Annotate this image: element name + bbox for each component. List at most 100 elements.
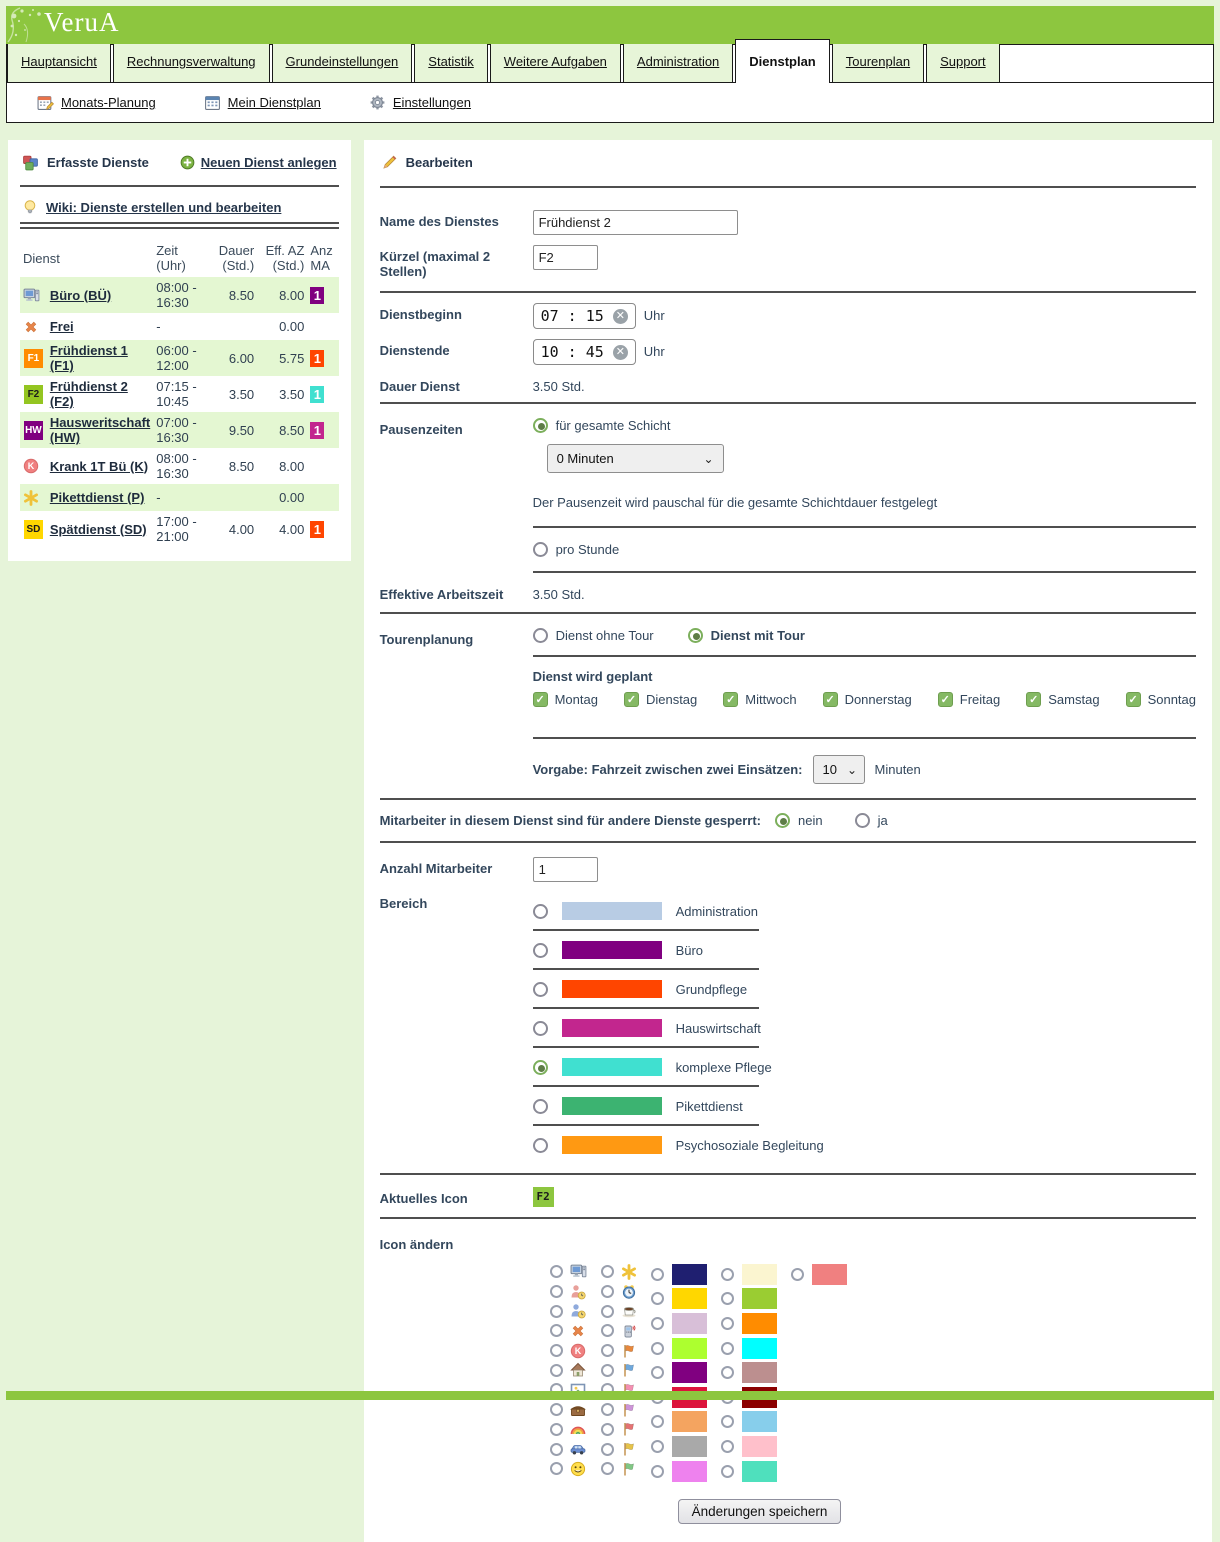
wiki-link[interactable]: Wiki: Dienste erstellen und bearbeiten [20, 195, 339, 219]
icon-option[interactable] [601, 1439, 637, 1459]
icon-option[interactable] [601, 1301, 637, 1321]
icon-radio[interactable] [550, 1285, 563, 1298]
icon-option[interactable] [550, 1321, 587, 1341]
color-radio[interactable] [651, 1366, 664, 1379]
icon-option[interactable] [550, 1459, 587, 1479]
bereich-radio[interactable] [533, 943, 548, 958]
mittwoch-checkbox[interactable] [723, 692, 738, 707]
icon-option[interactable] [550, 1341, 587, 1361]
tab-hauptansicht[interactable]: Hauptansicht [7, 44, 111, 82]
sonntag-checkbox[interactable] [1126, 692, 1141, 707]
icon-option[interactable] [601, 1262, 637, 1282]
bereich-option[interactable]: Büro [533, 931, 1196, 968]
pause-minuten-select[interactable]: 0 Minuten ⌄ [547, 444, 724, 473]
color-radio[interactable] [651, 1292, 664, 1305]
color-option[interactable] [651, 1434, 707, 1459]
dienst-link[interactable]: Frei [50, 319, 74, 334]
icon-option[interactable] [550, 1360, 587, 1380]
icon-radio[interactable] [550, 1364, 563, 1377]
color-option[interactable] [721, 1311, 777, 1336]
icon-option[interactable] [550, 1262, 587, 1282]
color-option[interactable] [651, 1336, 707, 1361]
tab-support[interactable]: Support [926, 44, 1000, 82]
anzahl-mitarbeiter-input[interactable] [533, 857, 598, 882]
bereich-radio[interactable] [533, 1021, 548, 1036]
dienst-link[interactable]: Spätdienst (SD) [50, 522, 147, 537]
color-option[interactable] [791, 1262, 847, 1287]
subnav-mein-dienstplan[interactable]: Mein Dienstplan [204, 94, 321, 111]
save-button[interactable]: Änderungen speichern [678, 1499, 842, 1524]
icon-radio[interactable] [601, 1443, 614, 1456]
icon-radio[interactable] [550, 1305, 563, 1318]
icon-option[interactable] [601, 1341, 637, 1361]
color-radio[interactable] [721, 1268, 734, 1281]
tab-dienstplan[interactable]: Dienstplan [735, 39, 829, 83]
tab-rechnungsverwaltung[interactable]: Rechnungsverwaltung [113, 44, 270, 82]
tab-tourenplan[interactable]: Tourenplan [832, 44, 924, 82]
bereich-option[interactable]: Administration [533, 892, 1196, 929]
icon-option[interactable] [550, 1420, 587, 1440]
color-option[interactable] [651, 1360, 707, 1385]
bereich-option[interactable]: Psychosoziale Begleitung [533, 1126, 1196, 1163]
color-radio[interactable] [721, 1366, 734, 1379]
dienstende-input[interactable]: 10 : 45 ✕ [533, 339, 636, 365]
clear-time-icon[interactable]: ✕ [613, 309, 628, 324]
color-option[interactable] [651, 1311, 707, 1336]
icon-radio[interactable] [601, 1462, 614, 1475]
color-radio[interactable] [651, 1317, 664, 1330]
icon-option[interactable] [601, 1360, 637, 1380]
montag-checkbox[interactable] [533, 692, 548, 707]
bereich-radio[interactable] [533, 1099, 548, 1114]
pause-stunde-radio[interactable] [533, 542, 548, 557]
dienst-link[interactable]: Frühdienst 2 (F2) [50, 379, 128, 409]
dienst-link[interactable]: Büro (BÜ) [50, 288, 111, 303]
icon-radio[interactable] [550, 1462, 563, 1475]
icon-option[interactable] [550, 1400, 587, 1420]
icon-radio[interactable] [550, 1443, 563, 1456]
gesperrt-ja-radio[interactable] [855, 813, 870, 828]
name-input[interactable] [533, 210, 738, 235]
freitag-checkbox[interactable] [938, 692, 953, 707]
bereich-option[interactable]: Pikettdienst [533, 1087, 1196, 1124]
color-option[interactable] [721, 1360, 777, 1385]
icon-radio[interactable] [601, 1305, 614, 1318]
icon-radio[interactable] [550, 1423, 563, 1436]
donnerstag-checkbox[interactable] [823, 692, 838, 707]
tab-administration[interactable]: Administration [623, 44, 733, 82]
color-option[interactable] [721, 1410, 777, 1435]
icon-option[interactable] [601, 1420, 637, 1440]
dienst-link[interactable]: Hausweritschaft (HW) [50, 415, 150, 445]
color-option[interactable] [651, 1459, 707, 1484]
tab-grundeinstellungen[interactable]: Grundeinstellungen [272, 44, 413, 82]
icon-radio[interactable] [601, 1423, 614, 1436]
color-radio[interactable] [721, 1342, 734, 1355]
clear-time-icon[interactable]: ✕ [613, 345, 628, 360]
icon-option[interactable] [601, 1321, 637, 1341]
fahrzeit-select[interactable]: 10 ⌄ [813, 755, 865, 784]
subnav-monats-planung[interactable]: Monats-Planung [37, 94, 156, 111]
icon-radio[interactable] [550, 1344, 563, 1357]
color-radio[interactable] [651, 1440, 664, 1453]
icon-radio[interactable] [601, 1344, 614, 1357]
color-radio[interactable] [721, 1292, 734, 1305]
subnav-einstellungen[interactable]: Einstellungen [369, 94, 471, 111]
color-radio[interactable] [721, 1317, 734, 1330]
color-option[interactable] [721, 1336, 777, 1361]
icon-radio[interactable] [601, 1324, 614, 1337]
tab-weitere-aufgaben[interactable]: Weitere Aufgaben [490, 44, 621, 82]
color-option[interactable] [721, 1287, 777, 1312]
color-radio[interactable] [791, 1268, 804, 1281]
color-radio[interactable] [651, 1465, 664, 1478]
color-option[interactable] [651, 1287, 707, 1312]
dienst-mit-tour-radio[interactable] [688, 628, 703, 643]
bereich-radio[interactable] [533, 1138, 548, 1153]
dienst-link[interactable]: Pikettdienst (P) [50, 490, 145, 505]
bereich-radio[interactable] [533, 1060, 548, 1075]
dienstag-checkbox[interactable] [624, 692, 639, 707]
bereich-option[interactable]: Grundpflege [533, 970, 1196, 1007]
color-radio[interactable] [721, 1465, 734, 1478]
color-option[interactable] [651, 1410, 707, 1435]
gesperrt-nein-radio[interactable] [775, 813, 790, 828]
color-option[interactable] [721, 1262, 777, 1287]
dienst-link[interactable]: Frühdienst 1 (F1) [50, 343, 128, 373]
